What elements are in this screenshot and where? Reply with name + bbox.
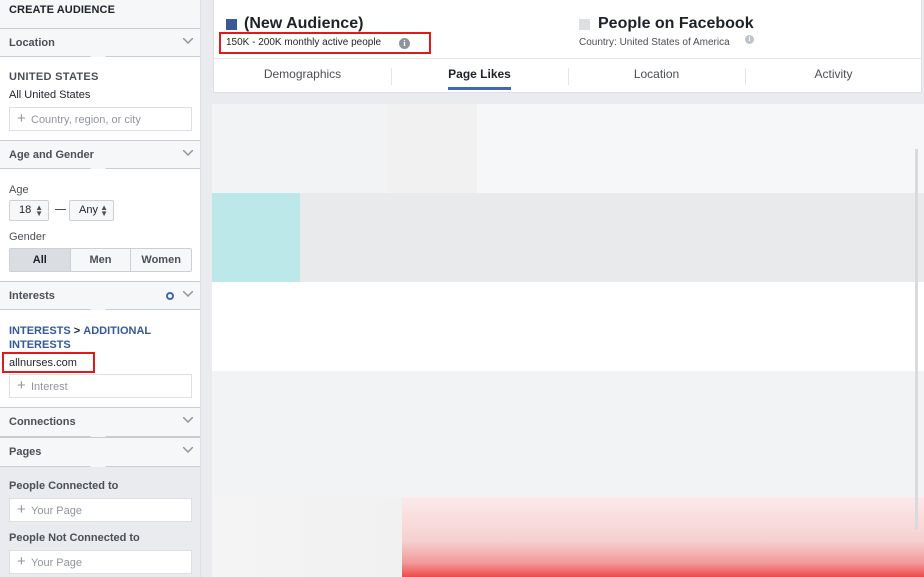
tab-label: Demographics xyxy=(263,67,342,81)
tab-demographics[interactable]: Demographics xyxy=(214,59,391,93)
interest-input[interactable] xyxy=(31,379,186,394)
age-min-select[interactable]: 18 ▲ ▼ xyxy=(9,200,49,221)
age-max-select[interactable]: Any ▲ ▼ xyxy=(69,200,114,221)
tab-activity[interactable]: Activity xyxy=(745,59,922,93)
tab-label: Page Likes xyxy=(448,67,511,90)
age-range-dash xyxy=(55,209,66,210)
people-not-connected-label: People Not Connected to xyxy=(9,532,140,544)
tab-label: Location xyxy=(633,67,680,81)
content-row xyxy=(212,193,924,282)
chevron-down-icon xyxy=(183,150,193,156)
facebook-color-swatch xyxy=(579,19,590,30)
connections-section-header[interactable]: Connections xyxy=(0,407,200,446)
select-arrows-icon: ▲ ▼ xyxy=(35,203,43,218)
location-section-body: UNITED STATES All United States + xyxy=(0,57,200,140)
chevron-down-icon xyxy=(183,417,193,423)
gender-all-button[interactable]: All xyxy=(10,249,70,271)
gender-women-button[interactable]: Women xyxy=(130,249,191,271)
gear-icon[interactable] xyxy=(166,292,174,300)
tab-label: Activity xyxy=(814,67,853,81)
scrollbar[interactable] xyxy=(915,149,918,529)
age-gender-heading: Age and Gender xyxy=(9,149,94,161)
facebook-title: People on Facebook xyxy=(598,15,754,32)
audience-size-highlight-box xyxy=(219,32,431,54)
audience-header: (New Audience) 150K - 200K monthly activ… xyxy=(213,0,922,93)
connections-heading: Connections xyxy=(9,416,76,428)
info-icon[interactable]: i xyxy=(745,35,754,44)
interests-heading: Interests xyxy=(9,290,55,302)
location-country: UNITED STATES xyxy=(9,71,99,83)
page-likes-content xyxy=(212,104,924,577)
tab-page-likes[interactable]: Page Likes xyxy=(391,59,568,93)
chevron-down-icon xyxy=(183,447,193,453)
interests-path-separator: > xyxy=(73,325,81,337)
gender-toggle: All Men Women xyxy=(9,248,192,272)
interest-highlight-box xyxy=(2,352,95,373)
content-row xyxy=(212,104,924,193)
facebook-country: Country: United States of America xyxy=(579,37,730,48)
people-connected-label: People Connected to xyxy=(9,480,119,492)
not-connected-page-input[interactable] xyxy=(31,555,186,570)
age-max-value: Any xyxy=(79,204,98,216)
blurred-block xyxy=(402,497,924,577)
insights-tabs: Demographics Page Likes Location Activit… xyxy=(214,58,922,93)
audience-sidebar: CREATE AUDIENCE Location UNITED STATES A… xyxy=(0,0,201,577)
plus-icon: + xyxy=(17,501,26,518)
plus-icon: + xyxy=(17,110,26,127)
interests-section-header[interactable]: Interests xyxy=(0,281,200,319)
pages-section-header[interactable]: Pages xyxy=(0,437,200,476)
plus-icon: + xyxy=(17,377,26,394)
location-section-header[interactable]: Location xyxy=(0,28,200,66)
not-connected-page-input-box[interactable]: + xyxy=(9,550,192,574)
interests-breadcrumb: INTERESTS > ADDITIONAL INTERESTS xyxy=(9,324,179,352)
select-arrows-icon: ▲ ▼ xyxy=(100,203,108,218)
blurred-block xyxy=(212,193,300,282)
plus-icon: + xyxy=(17,553,26,570)
age-label: Age xyxy=(9,184,29,196)
interest-input-box[interactable]: + xyxy=(9,374,192,398)
interests-path-root[interactable]: INTERESTS xyxy=(9,325,71,337)
gender-men-button[interactable]: Men xyxy=(69,249,131,271)
content-row xyxy=(212,497,924,577)
chevron-down-icon xyxy=(183,38,193,44)
tab-location[interactable]: Location xyxy=(568,59,745,93)
connected-page-input-box[interactable]: + xyxy=(9,498,192,522)
age-gender-section-header[interactable]: Age and Gender xyxy=(0,140,200,178)
location-heading: Location xyxy=(9,37,55,49)
chevron-down-icon xyxy=(183,291,193,297)
age-min-value: 18 xyxy=(19,204,32,216)
blurred-block xyxy=(212,104,387,193)
audience-color-swatch xyxy=(226,19,237,30)
location-input[interactable] xyxy=(31,112,186,127)
sidebar-title: CREATE AUDIENCE xyxy=(9,4,116,16)
pages-section-body: People Connected to + People Not Connect… xyxy=(0,467,200,577)
blurred-block xyxy=(387,104,477,193)
content-row xyxy=(212,371,924,497)
audience-title: (New Audience) xyxy=(244,15,364,32)
content-row xyxy=(212,282,924,371)
location-input-box[interactable]: + xyxy=(9,107,192,131)
pages-heading: Pages xyxy=(9,446,42,458)
gender-label: Gender xyxy=(9,231,46,243)
connected-page-input[interactable] xyxy=(31,503,186,518)
blurred-block xyxy=(212,497,402,577)
location-scope: All United States xyxy=(9,89,91,101)
